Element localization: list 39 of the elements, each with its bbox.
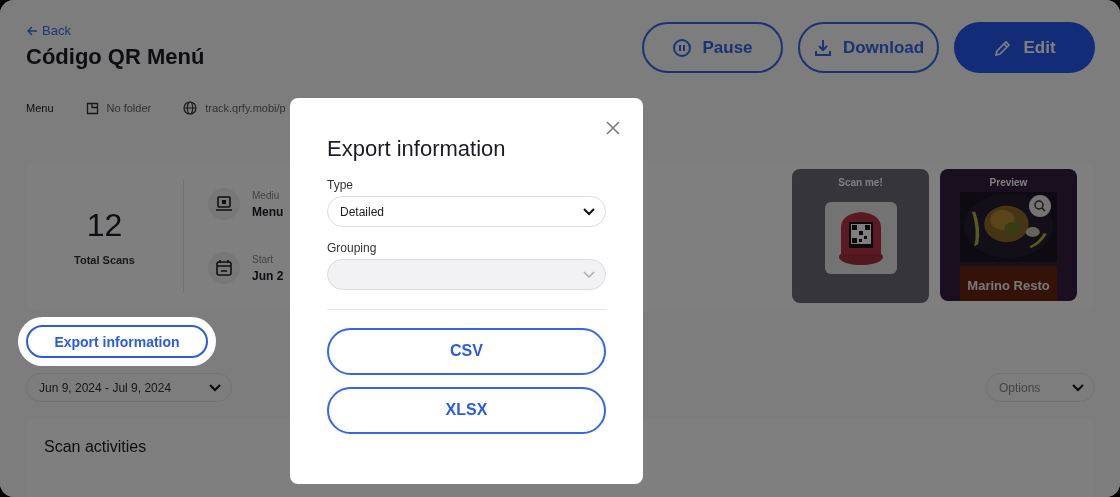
edit-button[interactable]: Edit xyxy=(954,22,1095,73)
monitor-icon xyxy=(208,188,240,220)
folder-name: No folder xyxy=(106,102,152,114)
back-link[interactable]: Back xyxy=(26,23,205,38)
type-label: Menu xyxy=(26,102,54,114)
date-range-dropdown[interactable]: Jun 9, 2024 - Jul 9, 2024 xyxy=(26,373,232,402)
scan-label: Scan me! xyxy=(838,177,883,188)
close-icon[interactable] xyxy=(606,121,620,135)
field-label: Type xyxy=(327,178,354,192)
preview-label: Preview xyxy=(989,177,1028,188)
download-icon xyxy=(812,37,833,58)
arrow-left-icon xyxy=(26,24,38,37)
section-title: Scan activities xyxy=(44,438,147,455)
download-button[interactable]: Download xyxy=(798,22,939,73)
detail-value: Menu xyxy=(252,204,284,219)
search-icon[interactable] xyxy=(1029,195,1051,217)
chevron-down-icon xyxy=(1072,383,1084,392)
globe-icon xyxy=(183,101,198,115)
export-format-button[interactable]: CSV xyxy=(327,327,606,375)
field-label: Grouping xyxy=(327,241,378,255)
pause-button[interactable]: Pause xyxy=(642,22,783,73)
chevron-down-icon xyxy=(583,270,595,279)
total-label: Total Scans xyxy=(74,253,135,266)
export-button[interactable]: Export information xyxy=(26,325,208,358)
dialog-title: Export information xyxy=(327,136,507,162)
chevron-down-icon xyxy=(583,207,595,216)
folder-icon xyxy=(85,101,99,115)
calendar-icon xyxy=(208,252,240,284)
pause-icon xyxy=(672,37,693,58)
export-format-button[interactable]: XLSX xyxy=(327,386,606,434)
detail-label: Mediu xyxy=(252,189,281,201)
restaurant-name: Marino Resto xyxy=(960,266,1057,301)
options-dropdown[interactable]: Options xyxy=(986,373,1095,402)
total-count: 12 xyxy=(86,206,123,244)
page-title: Código QR Menú xyxy=(26,44,205,70)
detail-value: Jun 2 xyxy=(252,268,284,283)
link-text: track.qrfy.mobi/p xyxy=(205,102,286,114)
chevron-down-icon xyxy=(209,383,221,392)
detail-label: Start xyxy=(252,253,275,265)
